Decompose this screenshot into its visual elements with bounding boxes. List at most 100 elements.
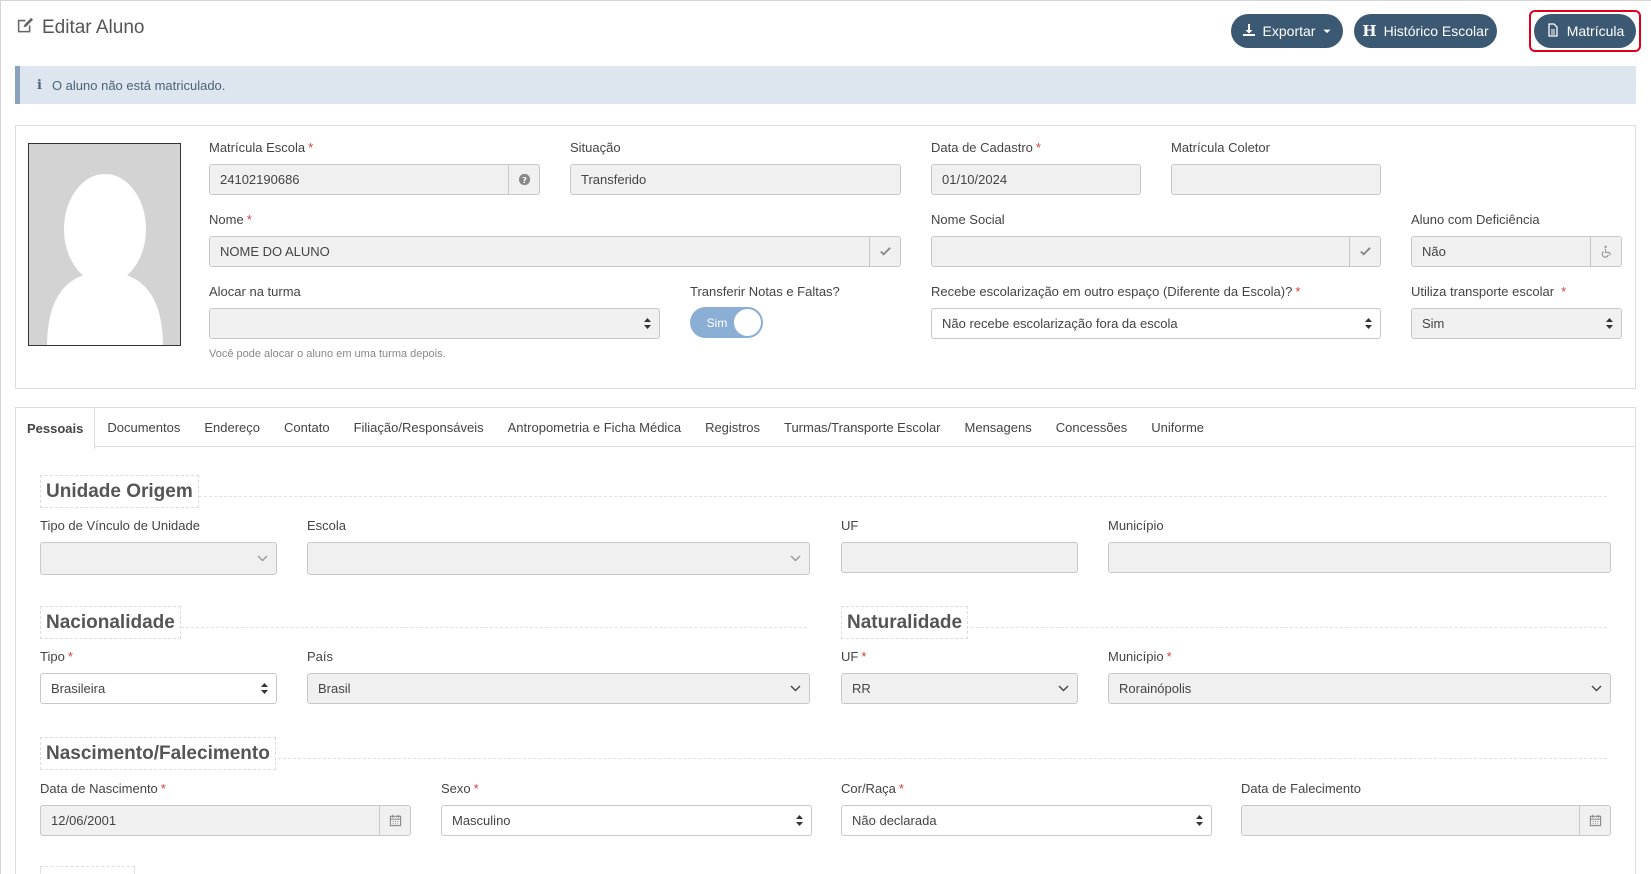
data-cadastro-field[interactable]: 01/10/2024 [931,164,1141,195]
tab-documentos[interactable]: Documentos [95,408,192,446]
info-icon: i [37,77,42,93]
chevron-down-icon [1582,685,1610,692]
sort-icon [787,814,811,827]
tab-registros[interactable]: Registros [693,408,772,446]
cor-raca-select[interactable]: Não declarada [841,805,1212,836]
file-icon [1546,22,1560,40]
page-title: Editar Aluno [15,15,144,41]
matricula-label: Matrícula [1566,23,1625,39]
uf-origem-label: UF [841,518,859,533]
section-divider [971,627,1607,628]
pais-label: País [307,649,334,664]
nome-field[interactable]: NOME DO ALUNO [209,236,901,267]
nacionalidade-tipo-label: Tipo * [40,649,73,664]
naturalidade-uf-label: UF * [841,649,867,664]
tipo-vinculo-label: Tipo de Vínculo de Unidade [40,518,200,533]
transferir-notas-label: Transferir Notas e Faltas? [690,284,840,299]
sort-icon [252,682,276,695]
exportar-button-label: Exportar [1262,23,1316,39]
escola-select[interactable] [307,542,810,575]
wheelchair-icon [1590,237,1621,266]
tab-filiacao[interactable]: Filiação/Responsáveis [342,408,496,446]
escolarizacao-select[interactable]: Não recebe escolarização fora da escola [931,308,1381,339]
chevron-down-icon [781,685,809,692]
data-nascimento-field[interactable]: 12/06/2001 [40,805,411,836]
check-icon [869,237,900,266]
tab-mensagens[interactable]: Mensagens [953,408,1044,446]
alocar-turma-select[interactable] [209,308,660,339]
tab-contato[interactable]: Contato [272,408,342,446]
chevron-down-icon [248,555,276,562]
tipo-vinculo-select[interactable] [40,542,277,575]
edit-icon [15,16,34,41]
uf-origem-field[interactable] [841,542,1078,573]
naturalidade-uf-select[interactable]: RR [841,673,1078,704]
student-photo[interactable] [28,143,181,346]
sort-icon [1356,317,1380,330]
matricula-coletor-field[interactable] [1171,164,1381,195]
tab-concessoes[interactable]: Concessões [1044,408,1140,446]
transporte-label: Utiliza transporte escolar * [1411,284,1567,299]
deficiencia-label: Aluno com Deficiência [1411,212,1540,227]
section-divider [199,496,1607,497]
toggle-knob [733,308,762,337]
situacao-label: Situação [570,140,621,155]
section-divider [181,627,807,628]
download-icon [1242,23,1256,40]
tab-turmas-transporte[interactable]: Turmas/Transporte Escolar [772,408,953,446]
alert-text: O aluno não está matriculado. [51,77,226,93]
transferir-notas-toggle[interactable]: Sim [690,307,763,338]
sexo-label: Sexo * [441,781,479,796]
tab-pessoais[interactable]: Pessoais [16,408,96,449]
tab-antropometria[interactable]: Antropometria e Ficha Médica [496,408,693,446]
historico-escolar-button[interactable]: H Histórico Escolar [1354,14,1497,48]
matricula-button[interactable]: Matrícula [1534,14,1636,48]
nome-label: Nome * [209,212,252,227]
matricula-escola-field[interactable]: 24102190686 ? [209,164,540,195]
check-icon [1349,237,1380,266]
municipio-origem-field[interactable] [1108,542,1611,573]
matricula-escola-label: Matrícula Escola * [209,140,314,155]
naturalidade-municipio-label: Município * [1108,649,1172,664]
situacao-field[interactable]: Transferido [570,164,901,195]
sort-icon [635,317,659,330]
data-cadastro-label: Data de Cadastro * [931,140,1041,155]
data-nascimento-label: Data de Nascimento * [40,781,166,796]
svg-text:?: ? [522,175,527,185]
historico-escolar-label: Histórico Escolar [1383,23,1489,39]
tab-endereco[interactable]: Endereço [192,408,272,446]
sort-icon [1187,814,1211,827]
sort-icon [1597,317,1621,330]
alert-info: i O aluno não está matriculado. [15,66,1636,104]
cor-raca-label: Cor/Raça * [841,781,904,796]
naturalidade-title: Naturalidade [841,606,969,639]
chevron-down-icon [781,555,809,562]
caret-down-icon [1322,23,1332,39]
deficiencia-field[interactable]: Não [1411,236,1622,267]
exportar-button[interactable]: Exportar [1231,14,1343,48]
page-title-text: Editar Aluno [42,17,145,38]
municipio-origem-label: Município [1108,518,1164,533]
tab-bar: Pessoais Documentos Endereço Contato Fil… [15,407,1636,449]
nome-social-label: Nome Social [931,212,1005,227]
transporte-select[interactable]: Sim [1411,308,1622,339]
alocar-turma-help: Você pode alocar o aluno em uma turma de… [209,348,446,360]
calendar-icon[interactable] [1579,806,1610,835]
next-section-title [40,866,135,874]
nacionalidade-tipo-select[interactable]: Brasileira [40,673,277,704]
unidade-origem-title: Unidade Origem [40,475,199,508]
calendar-icon[interactable] [379,806,410,835]
tab-uniforme[interactable]: Uniforme [1139,408,1216,446]
naturalidade-municipio-select[interactable]: Rorainópolis [1108,673,1611,704]
sexo-select[interactable]: Masculino [441,805,812,836]
question-circle-icon[interactable]: ? [508,165,539,194]
section-divider [278,758,1607,759]
chevron-down-icon [1049,685,1077,692]
data-falecimento-label: Data de Falecimento [1241,781,1361,796]
nacionalidade-title: Nacionalidade [40,606,181,639]
nome-social-field[interactable] [931,236,1381,267]
data-falecimento-field[interactable] [1241,805,1611,836]
pais-select[interactable]: Brasil [307,673,810,704]
alocar-turma-label: Alocar na turma [209,284,301,299]
matricula-coletor-label: Matrícula Coletor [1171,140,1270,155]
